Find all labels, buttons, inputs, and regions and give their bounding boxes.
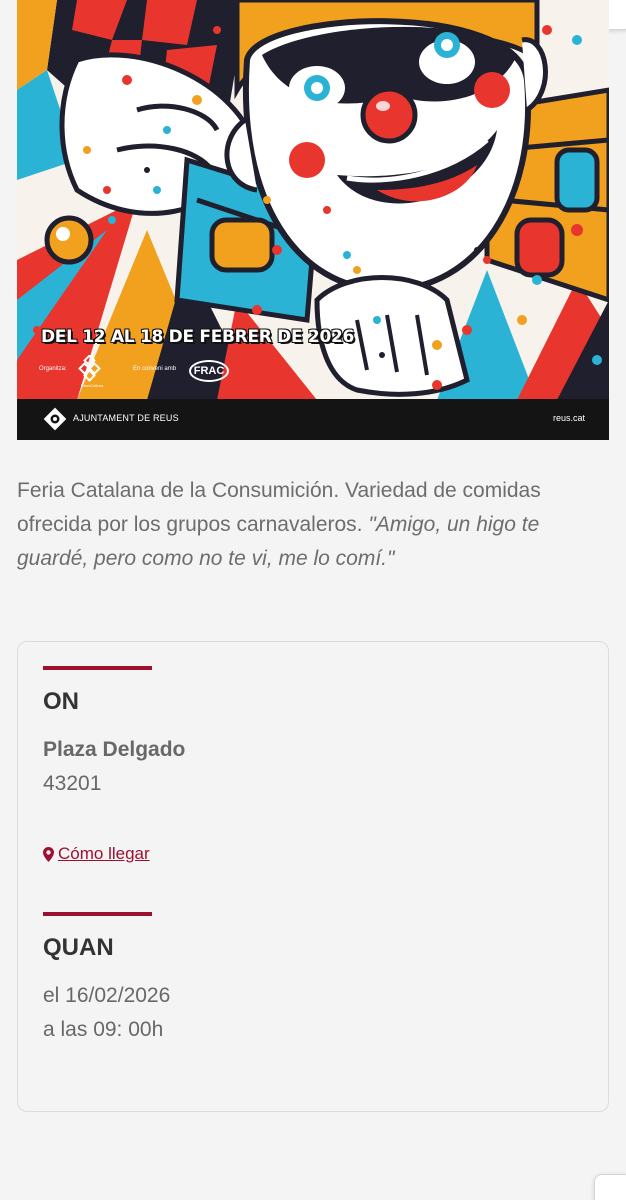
poster-conveni-label: En conveni amb — [133, 366, 177, 372]
directions-link-label: Cómo llegar — [58, 844, 150, 863]
poster-footer-name: AJUNTAMENT DE REUS — [73, 413, 179, 423]
event-page: DEL 12 AL 18 DE FEBRER DE 2026 Organitza… — [0, 0, 626, 1200]
floating-widget-bottom[interactable] — [594, 1174, 626, 1200]
when-accent-rule — [43, 912, 152, 916]
when-heading: QUAN — [43, 934, 114, 961]
when-date: el 16/02/2026 — [43, 984, 171, 1007]
reuscultura-logo-icon — [78, 355, 101, 382]
poster-organitza-label: Organitza: — [39, 366, 67, 372]
where-place: Plaza Delgado — [43, 738, 186, 761]
when-time: a las 09: 00h — [43, 1018, 164, 1041]
where-accent-rule — [43, 666, 152, 670]
where-heading: ON — [43, 688, 79, 715]
where-zip: 43201 — [43, 772, 102, 795]
event-poster-image: DEL 12 AL 18 DE FEBRER DE 2026 Organitza… — [17, 0, 609, 440]
ajuntament-logo-icon — [43, 407, 67, 431]
poster-footer-site: reus.cat — [552, 413, 585, 423]
poster-footer-bar: AJUNTAMENT DE REUS reus.cat — [17, 399, 609, 440]
frac-logo: FRAC — [189, 360, 229, 382]
directions-link[interactable]: Cómo llegar — [43, 844, 150, 864]
poster-organitza-logo-label: ReusCultura — [80, 383, 104, 388]
map-marker-icon — [43, 846, 54, 862]
event-info-card: ON Plaza Delgado 43201 Cómo llegar QUAN … — [17, 641, 609, 1112]
event-description: Feria Catalana de la Consumición. Varied… — [17, 474, 609, 576]
poster-date-text: DEL 12 AL 18 DE FEBRER DE 2026 — [41, 327, 355, 347]
